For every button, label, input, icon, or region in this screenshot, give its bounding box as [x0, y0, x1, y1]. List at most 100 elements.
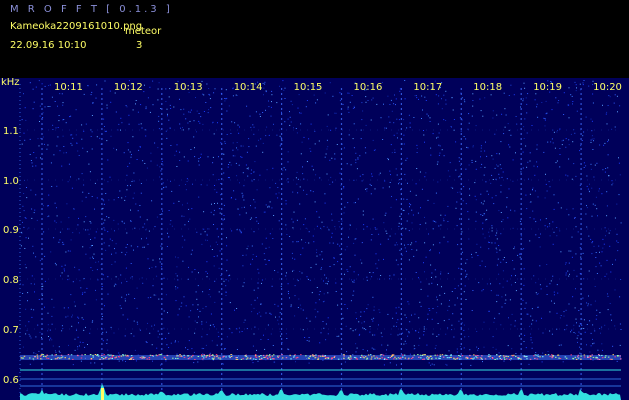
noise-dot: [361, 102, 363, 104]
noise-dot: [527, 313, 529, 315]
signal-dot: [60, 354, 63, 356]
noise-dot: [120, 274, 122, 276]
noise-dot: [105, 331, 107, 333]
noise-dot: [126, 294, 127, 296]
noise-dot: [361, 262, 363, 264]
noise-dot: [396, 322, 398, 323]
noise-dot: [418, 98, 419, 100]
noise-dot: [25, 119, 27, 121]
noise-dot: [395, 307, 397, 309]
signal-dot: [179, 354, 181, 356]
noise-dot: [358, 334, 360, 336]
noise-dot: [526, 208, 528, 210]
noise-dot: [200, 153, 202, 155]
noise-dot: [249, 115, 251, 117]
noise-dot: [269, 201, 271, 203]
noise-dot: [166, 344, 168, 346]
noise-dot: [568, 87, 570, 89]
noise-dot: [231, 230, 233, 232]
noise-dot: [23, 226, 25, 228]
noise-dot: [287, 181, 289, 183]
signal-dot: [598, 355, 601, 356]
noise-dot: [488, 231, 490, 233]
noise-dot: [543, 151, 545, 153]
noise-dot: [490, 182, 492, 184]
noise-dot: [474, 182, 476, 184]
noise-dot: [130, 184, 131, 186]
signal-dot: [492, 357, 494, 359]
spectrogram-plot: kHz 1.1 1.0 0.9 0.8 0.7 0.6 10:11 10:12 10:13 10:1…: [0, 78, 629, 400]
noise-dot: [166, 137, 168, 139]
noise-dot: [534, 174, 536, 176]
noise-dot: [55, 264, 57, 266]
noise-dot: [306, 161, 308, 162]
signal-dot: [453, 358, 455, 360]
signal-dot: [558, 357, 560, 359]
signal-dot: [130, 355, 133, 357]
noise-dot: [120, 307, 122, 309]
noise-dot: [374, 348, 376, 350]
noise-dot: [282, 80, 284, 82]
noise-dot: [213, 224, 214, 225]
noise-dot: [491, 242, 493, 244]
noise-dot: [134, 298, 136, 299]
noise-dot: [403, 343, 405, 345]
noise-dot: [87, 229, 89, 231]
noise-dot: [551, 333, 553, 335]
noise-dot: [68, 217, 70, 219]
noise-dot: [353, 123, 355, 125]
noise-dot: [175, 340, 176, 342]
noise-dot: [169, 104, 171, 106]
noise-dot: [252, 345, 254, 347]
noise-dot: [437, 323, 439, 324]
noise-dot: [318, 140, 320, 142]
noise-dot: [344, 206, 346, 208]
signal-dot: [114, 357, 116, 359]
noise-dot: [278, 316, 280, 318]
noise-dot: [601, 193, 603, 195]
noise-dot: [253, 171, 255, 173]
noise-dot: [326, 139, 328, 141]
noise-dot: [494, 167, 496, 169]
noise-dot: [475, 220, 477, 222]
noise-dot: [223, 218, 225, 220]
noise-dot: [269, 312, 271, 314]
noise-dot: [68, 344, 69, 346]
noise-dot: [343, 186, 345, 187]
noise-dot: [251, 180, 253, 182]
noise-dot: [384, 214, 386, 216]
noise-dot: [308, 242, 310, 244]
noise-dot: [76, 142, 78, 144]
noise-dot: [239, 126, 240, 128]
signal-dot: [219, 358, 221, 360]
noise-dot: [56, 207, 57, 209]
noise-dot: [49, 339, 51, 341]
noise-dot: [590, 139, 592, 141]
noise-dot: [22, 205, 24, 207]
noise-dot: [403, 198, 405, 200]
noise-dot: [387, 238, 389, 240]
noise-dot: [33, 309, 35, 311]
signal-dot: [70, 354, 73, 356]
noise-dot: [384, 180, 386, 182]
signal-dot: [551, 357, 553, 359]
noise-dot: [593, 176, 595, 178]
noise-dot: [48, 194, 50, 196]
signal-dot: [526, 358, 528, 360]
noise-dot: [52, 345, 54, 347]
noise-dot: [600, 332, 601, 334]
signal-dot: [552, 355, 555, 357]
signal-dot: [526, 356, 528, 358]
noise-dot: [309, 279, 311, 281]
noise-dot: [210, 245, 211, 247]
noise-dot: [303, 136, 305, 138]
signal-dot: [212, 355, 214, 356]
noise-dot: [81, 317, 83, 319]
signal-dot: [29, 357, 31, 359]
noise-dot: [408, 331, 410, 333]
noise-dot: [491, 225, 493, 227]
noise-dot: [290, 100, 292, 102]
noise-dot: [124, 254, 126, 256]
noise-dot: [577, 341, 578, 343]
signal-dot: [592, 356, 595, 358]
